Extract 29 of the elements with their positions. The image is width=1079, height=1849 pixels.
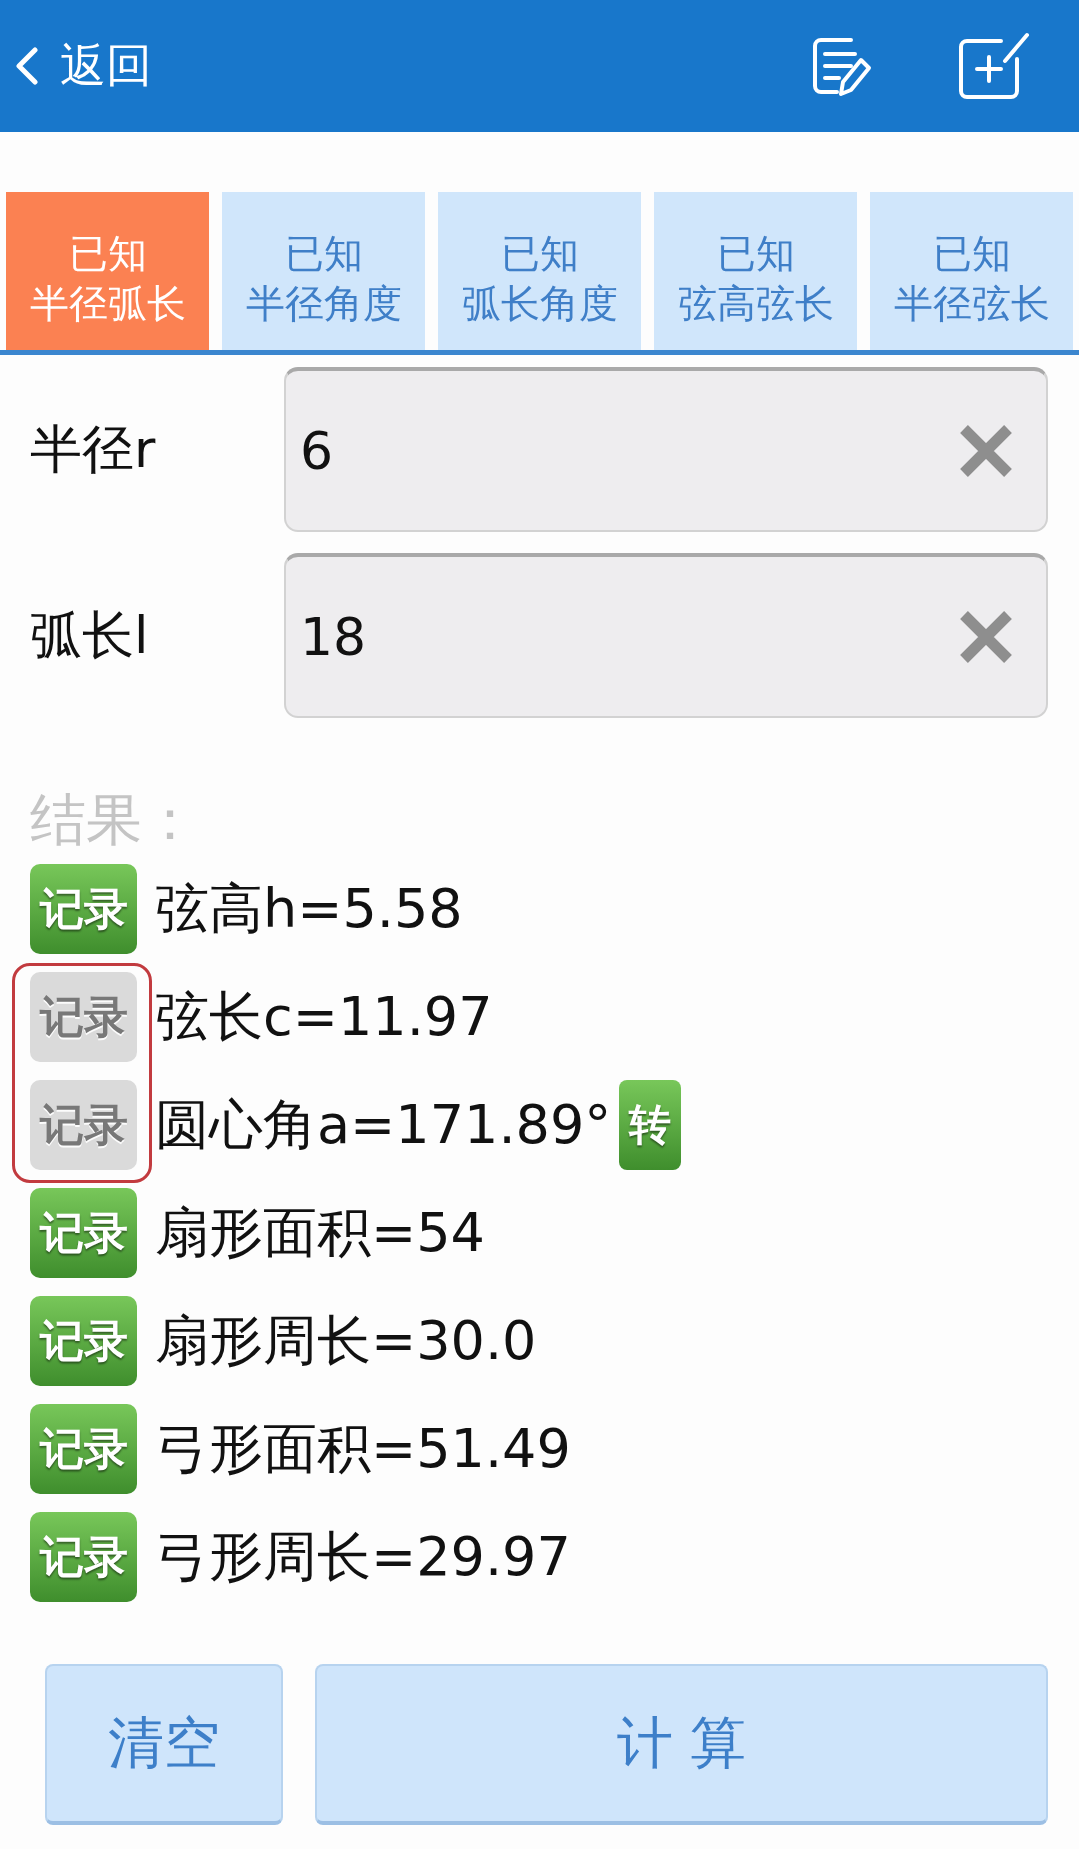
result-text: 扇形周长=30.0 [155,1307,537,1374]
record-button[interactable]: 记录 [30,1404,137,1494]
result-text: 扇形面积=54 [155,1199,485,1266]
mode-tab[interactable]: 已知 弦高弦长 [654,192,857,350]
result-text: 弓形面积=51.49 [155,1415,571,1482]
record-button[interactable]: 记录 [30,1296,137,1386]
record-button[interactable]: 记录 [30,864,137,954]
result-text: 弦高h=5.58 [155,875,463,942]
result-text: 圆心角a=171.89° [155,1091,612,1158]
record-button[interactable]: 记录 [30,1512,137,1602]
clear-button[interactable]: 清空 [45,1664,283,1825]
input-field[interactable]: 6 [284,367,1048,532]
mode-tab[interactable]: 已知 半径弧长 [6,192,209,350]
result-text: 弓形周长=29.97 [155,1523,571,1590]
record-button[interactable]: 记录 [30,1188,137,1278]
mode-tab[interactable]: 已知 半径弦长 [870,192,1073,350]
result-text: 弦长c=11.97 [155,983,493,1050]
mode-tab[interactable]: 已知 弧长角度 [438,192,641,350]
calculate-button[interactable]: 计 算 [315,1664,1048,1825]
field-label: 弧长l [30,603,150,667]
mode-tab[interactable]: 已知 半径角度 [222,192,425,350]
input-field[interactable]: 18 [284,553,1048,718]
clear-icon[interactable] [958,608,1014,665]
back-button[interactable]: 返回 [12,26,156,106]
chevron-left-icon [16,47,38,85]
field-label: 半径r [30,417,157,481]
add-note-icon[interactable] [957,31,1031,101]
clear-icon[interactable] [958,422,1014,479]
results-heading: 结果： [30,786,198,854]
